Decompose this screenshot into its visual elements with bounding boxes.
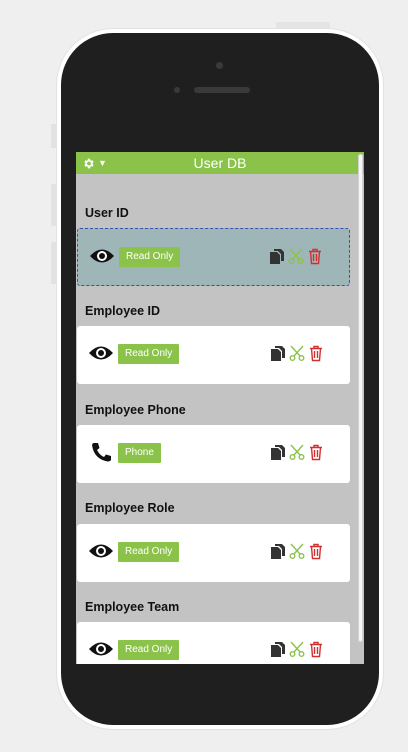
eye-icon (89, 544, 113, 558)
scissors-icon[interactable] (289, 345, 305, 362)
front-camera (216, 62, 223, 69)
badge-read-only[interactable]: Read Only (118, 344, 180, 364)
copy-icon[interactable] (270, 444, 286, 461)
eye-icon (89, 346, 113, 360)
field-card-employee-phone[interactable]: Phone (77, 425, 350, 483)
delete-icon[interactable] (307, 248, 323, 265)
scissors-icon[interactable] (289, 641, 305, 658)
copy-icon[interactable] (270, 345, 286, 362)
badge-phone[interactable]: Phone (118, 443, 161, 463)
app-screen: ▼ User DB User ID Read Only Employee ID … (76, 152, 364, 664)
eye-icon (89, 642, 113, 656)
field-label-employee-id: Employee ID (85, 304, 161, 318)
badge-read-only[interactable]: Read Only (118, 542, 180, 562)
earpiece-speaker (194, 87, 250, 93)
badge-read-only[interactable]: Read Only (119, 247, 181, 267)
copy-icon[interactable] (270, 641, 286, 658)
proximity-sensor (174, 87, 180, 93)
eye-icon (90, 249, 114, 263)
delete-icon[interactable] (308, 543, 324, 560)
delete-icon[interactable] (308, 345, 324, 362)
field-label-employee-role: Employee Role (85, 501, 175, 515)
field-card-user-id[interactable]: Read Only (77, 228, 350, 286)
delete-icon[interactable] (308, 641, 324, 658)
phone-icon (92, 443, 111, 462)
field-card-employee-team[interactable]: Read Only (77, 622, 350, 664)
field-label-user-id: User ID (85, 206, 129, 220)
field-card-employee-id[interactable]: Read Only (77, 326, 350, 384)
scissors-icon[interactable] (288, 248, 304, 265)
scrollbar-thumb[interactable] (358, 154, 363, 642)
copy-icon[interactable] (270, 543, 286, 560)
delete-icon[interactable] (308, 444, 324, 461)
app-bar: ▼ User DB (76, 152, 364, 174)
field-label-employee-team: Employee Team (85, 600, 180, 614)
scissors-icon[interactable] (289, 444, 305, 461)
app-title: User DB (193, 155, 247, 171)
copy-icon[interactable] (269, 248, 285, 265)
badge-read-only[interactable]: Read Only (118, 640, 180, 660)
field-label-employee-phone: Employee Phone (85, 403, 186, 417)
field-card-employee-role[interactable]: Read Only (77, 524, 350, 582)
scissors-icon[interactable] (289, 543, 305, 560)
